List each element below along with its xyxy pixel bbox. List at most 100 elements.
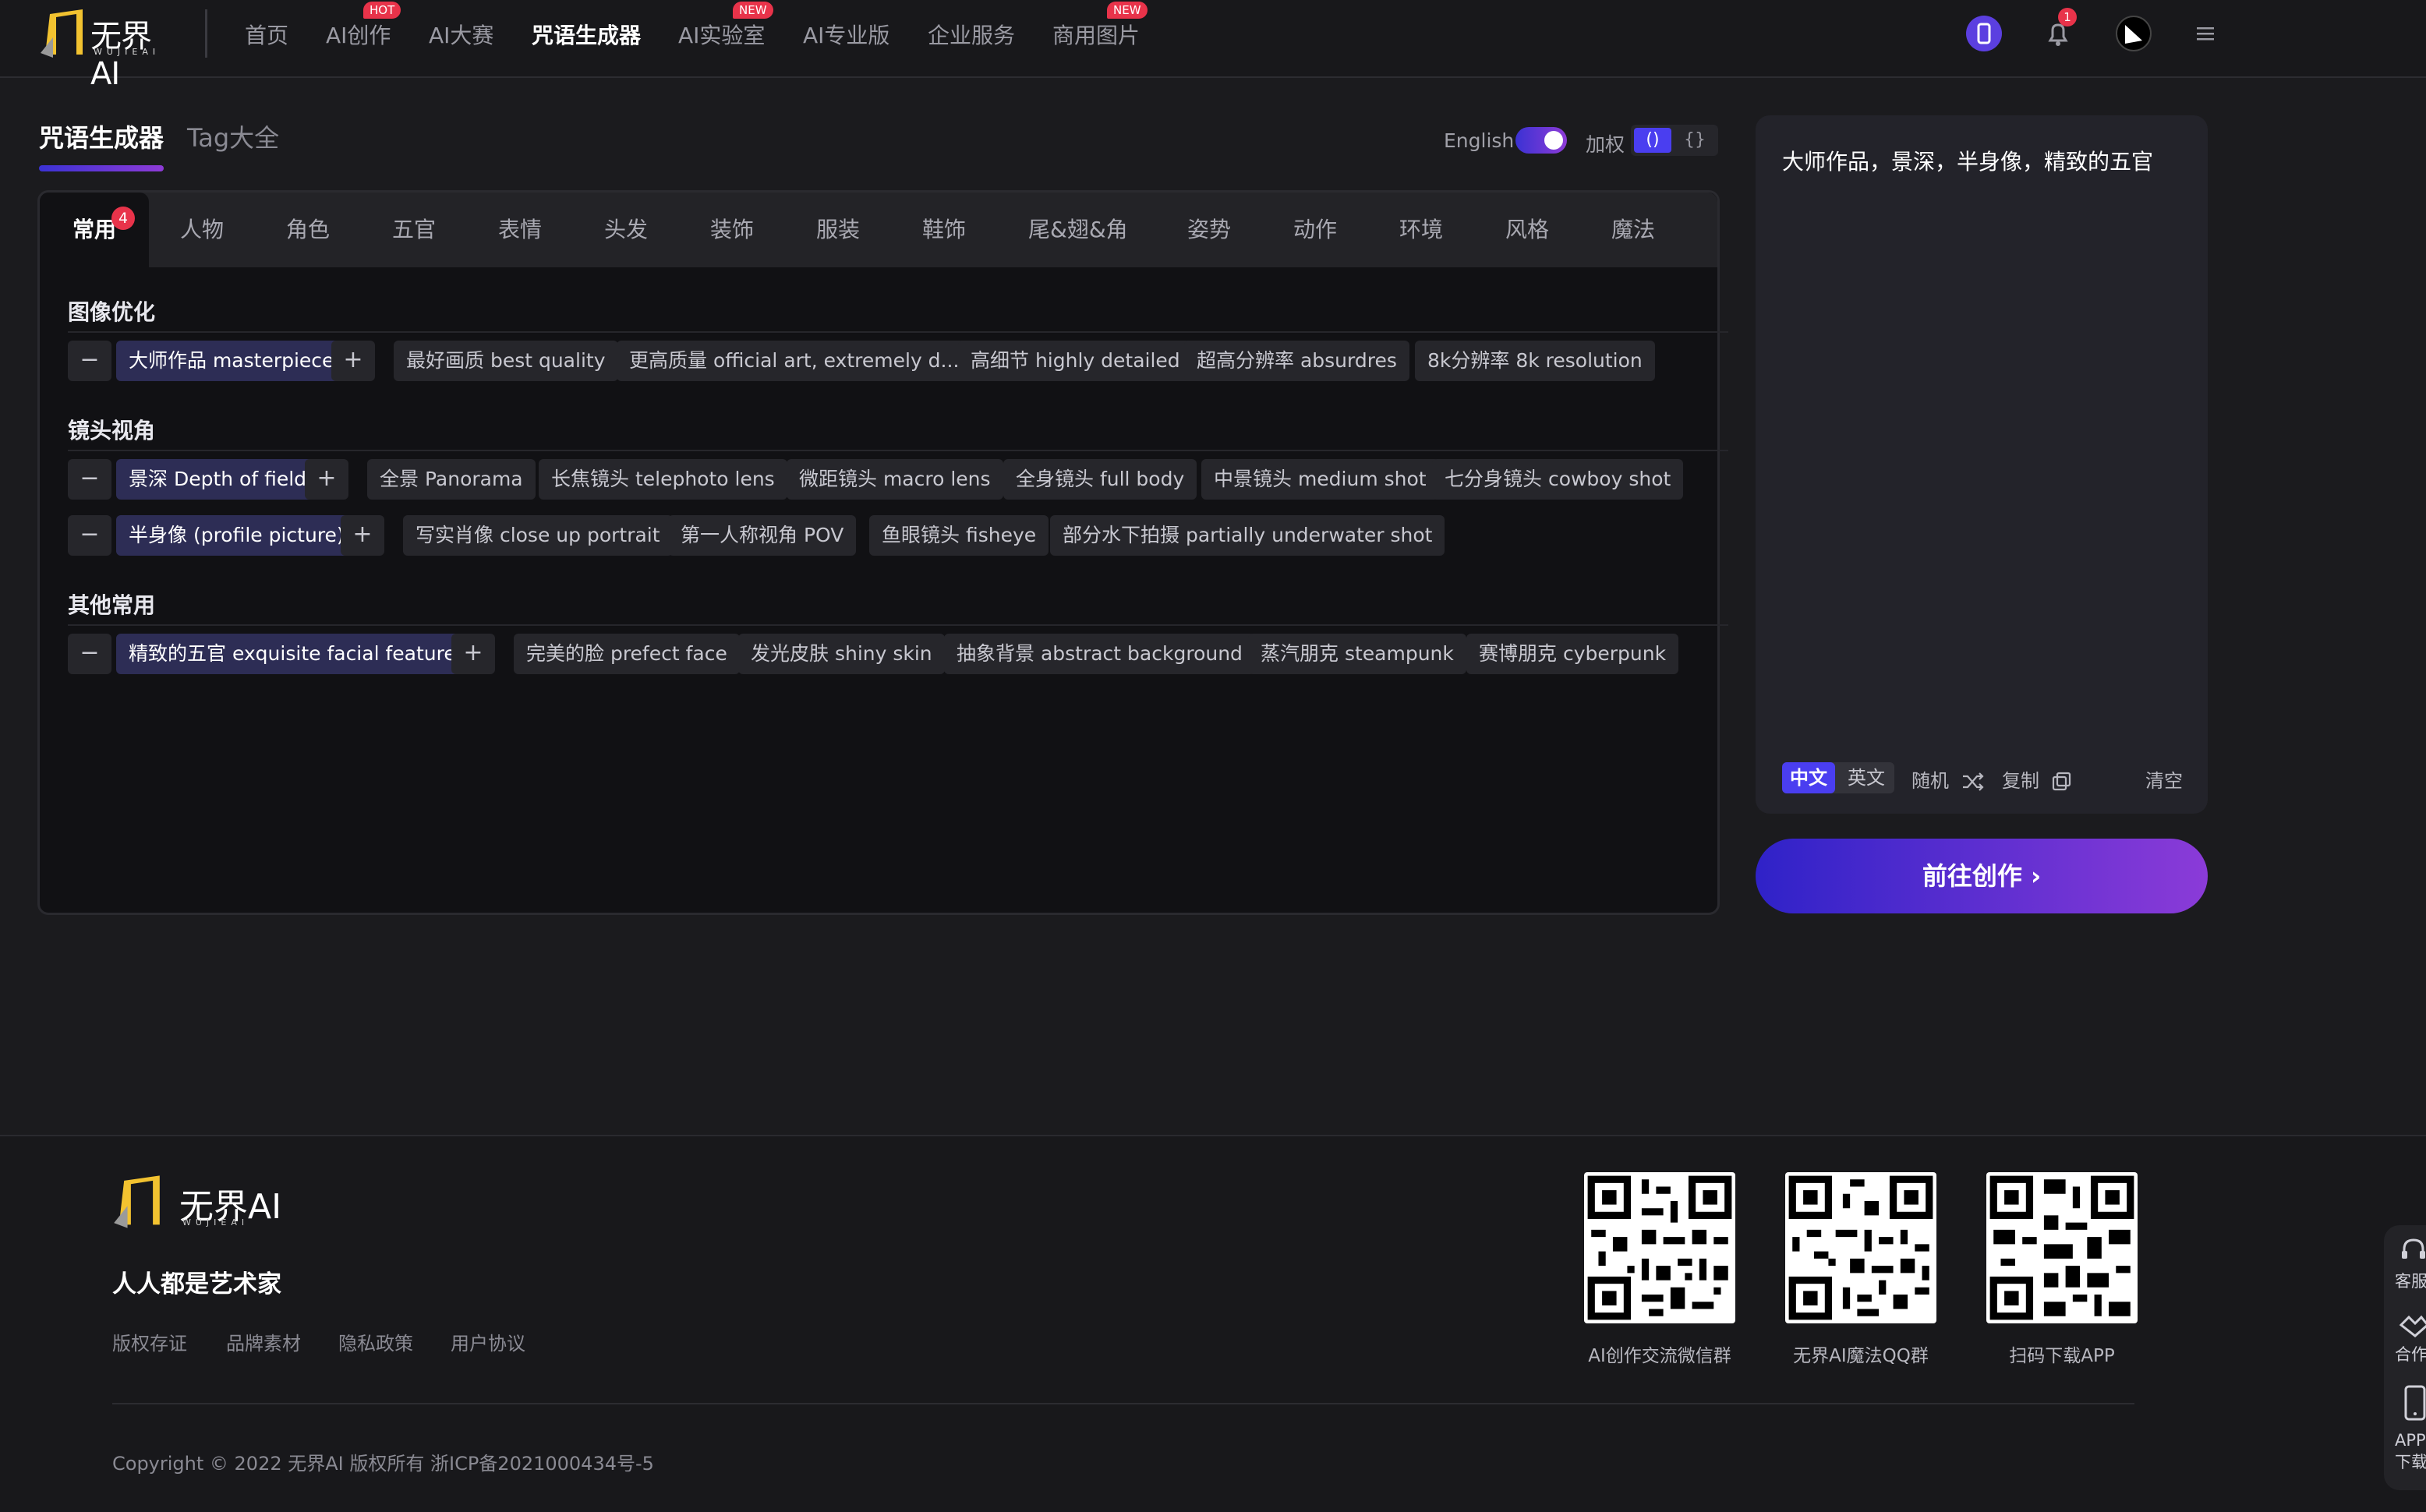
tag-chip[interactable]: 抽象背景 abstract background [944,634,1255,674]
decrease-weight-button[interactable]: − [68,634,111,674]
category-role[interactable]: 角色 [286,193,330,267]
tag-chip[interactable]: 半身像 (profile picture) [116,515,357,556]
prompt-output-box[interactable]: 大师作品，景深，半身像，精致的五官 中文 英文 随机 复制 清空 [1756,115,2208,814]
nav-home[interactable]: 首页 [245,19,288,50]
category-expression[interactable]: 表情 [498,193,542,267]
tag-chip[interactable]: 精致的五官 exquisite facial features [116,634,479,674]
increase-weight-button[interactable]: + [305,459,348,500]
footer-link-privacy[interactable]: 隐私政策 [338,1328,413,1355]
tag-chip[interactable]: 鱼眼镜头 fisheye [869,515,1049,556]
logo-mark-icon [41,9,83,58]
copy-icon [2052,772,2071,791]
float-service-label[interactable]: 客服 [2395,1270,2426,1292]
category-label: 常用 [72,217,116,242]
qr-pattern-icon [1989,1175,2134,1320]
footer-link-brand-assets[interactable]: 品牌素材 [226,1328,301,1355]
category-common[interactable]: 常用 [40,193,149,267]
avatar[interactable] [2116,16,2152,51]
decrease-weight-button[interactable]: − [68,341,111,381]
prompt-text[interactable]: 大师作品，景深，半身像，精致的五官 [1782,145,2153,176]
footer-link-copyright-cert[interactable]: 版权存证 [112,1328,187,1355]
decrease-weight-button[interactable]: − [68,459,111,500]
category-tail-wing-horn[interactable]: 尾&翅&角 [1028,193,1128,267]
category-clothing[interactable]: 服装 [816,193,860,267]
slogan: 人人都是艺术家 [112,1270,281,1298]
footer-logo[interactable]: 无界AI WUJIEAI [112,1171,284,1233]
footer-link-user-agreement[interactable]: 用户协议 [451,1328,525,1355]
tag-chip[interactable]: 长焦镜头 telephoto lens [539,459,787,500]
tag-chip[interactable]: 全景 Panorama [367,459,536,500]
tag-chip[interactable]: 景深 Depth of field [116,459,320,500]
nav-ai-pro[interactable]: AI专业版 [803,19,889,50]
tag-chip[interactable]: 8k分辨率 8k resolution [1415,341,1655,381]
category-bar: 常用 4 人物 角色 五官 表情 头发 装饰 服装 鞋饰 尾&翅&角 姿势 动作… [40,193,1717,267]
tag-chip[interactable]: 第一人称视角 POV [668,515,857,556]
tag-chip[interactable]: 更高质量 official art, extremely d... [617,341,972,381]
new-badge: NEW [1107,2,1148,19]
nav-enterprise[interactable]: 企业服务 [928,19,1015,50]
tag-chip[interactable]: 蒸汽朋克 steampunk [1248,634,1466,674]
category-environment[interactable]: 环境 [1399,193,1443,267]
clear-button[interactable]: 清空 [2145,765,2183,793]
tag-chip[interactable]: 微距镜头 macro lens [787,459,1003,500]
weight-paren-button[interactable]: () [1634,128,1671,153]
random-label: 随机 [1911,770,1949,792]
tab-prompt-generator[interactable]: 咒语生成器 [39,118,164,154]
tag-chip[interactable]: 完美的脸 prefect face [514,634,740,674]
copy-button[interactable]: 复制 [2002,765,2072,793]
tag-chip[interactable]: 中景镜头 medium shot [1201,459,1439,500]
category-pose[interactable]: 姿势 [1187,193,1231,267]
logo-subtext: WUJIEAI [94,47,161,57]
section-divider [68,331,1728,333]
tag-chip[interactable]: 高细节 highly detailed [958,341,1193,381]
tag-chip[interactable]: 七分身镜头 cowboy shot [1432,459,1684,500]
handshake-icon[interactable] [2398,1309,2426,1344]
section-title: 图像优化 [68,299,156,325]
category-features[interactable]: 五官 [392,193,436,267]
tag-chip[interactable]: 写实肖像 close up portrait [403,515,673,556]
increase-weight-button[interactable]: + [451,634,495,674]
tag-chip[interactable]: 部分水下拍摄 partially underwater shot [1050,515,1445,556]
tag-chip[interactable]: 大师作品 masterpiece [116,341,347,381]
tag-chip[interactable]: 最好画质 best quality [394,341,618,381]
nav-commercial-images[interactable]: 商用图片 [1052,19,1140,50]
lang-english-button[interactable]: 英文 [1840,762,1893,793]
nav-ai-lab[interactable]: AI实验室 [678,19,765,50]
category-shoes[interactable]: 鞋饰 [922,193,966,267]
section-title: 其他常用 [68,592,156,618]
nav-prompt-generator[interactable]: 咒语生成器 [532,19,641,50]
random-button[interactable]: 随机 [1911,765,1985,793]
category-hair[interactable]: 头发 [604,193,648,267]
logo[interactable]: 无界AI WUJIEAI [39,6,173,92]
go-create-button[interactable]: 前往创作 › [1756,839,2208,913]
weight-brace-button[interactable]: {} [1676,128,1713,153]
headset-icon[interactable] [2398,1235,2426,1269]
category-style[interactable]: 风格 [1505,193,1549,267]
mobile-icon[interactable] [2401,1384,2426,1425]
float-app-download-label[interactable]: APP下载 [2395,1429,2426,1473]
phone-icon[interactable] [1966,16,2002,51]
lang-chinese-button[interactable]: 中文 [1782,762,1835,793]
tab-tag-list[interactable]: Tag大全 [187,118,279,154]
decrease-weight-button[interactable]: − [68,515,111,556]
category-action[interactable]: 动作 [1293,193,1337,267]
tag-chip[interactable]: 超高分辨率 absurdres [1184,341,1409,381]
tag-chip[interactable]: 赛博朋克 cyberpunk [1466,634,1679,674]
floating-sidebar: 客服 合作 APP下载 [2384,1225,2426,1490]
category-magic[interactable]: 魔法 [1611,193,1655,267]
nav-ai-create[interactable]: AI创作 [326,19,391,50]
tag-chip[interactable]: 全身镜头 full body [1003,459,1197,500]
nav-divider [205,9,207,58]
float-partner-label[interactable]: 合作 [2395,1344,2426,1365]
qr-code-wechat [1584,1172,1735,1323]
increase-weight-button[interactable]: + [341,515,384,556]
tag-chip[interactable]: 发光皮肤 shiny skin [738,634,945,674]
nav-ai-contest[interactable]: AI大赛 [429,19,493,50]
copy-label: 复制 [2002,770,2039,792]
category-decoration[interactable]: 装饰 [710,193,754,267]
english-toggle[interactable] [1515,127,1567,154]
weight-selector: () {} [1631,125,1718,156]
menu-icon[interactable] [2187,16,2223,51]
increase-weight-button[interactable]: + [331,341,375,381]
category-person[interactable]: 人物 [180,193,224,267]
